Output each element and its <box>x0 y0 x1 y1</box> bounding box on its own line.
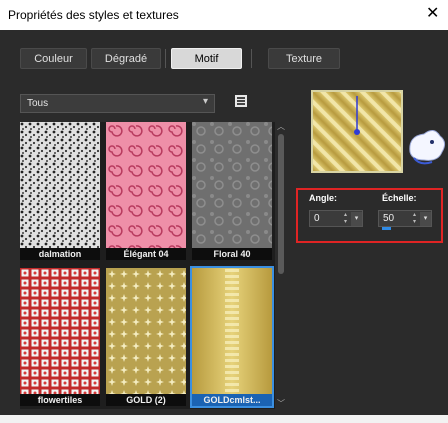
angle-spinner[interactable]: ▴ ▾ <box>341 212 350 226</box>
close-icon[interactable]: ✕ <box>426 6 439 22</box>
chevron-down-icon: ▾ <box>202 96 208 107</box>
category-dropdown[interactable]: Tous ▾ <box>20 94 215 113</box>
pattern-tile-dalmation[interactable]: dalmation <box>20 122 100 260</box>
angle-label: Angle: <box>309 193 337 203</box>
title-bar: Propriétés des styles et textures ✕ <box>0 0 448 30</box>
scale-indicator <box>382 227 391 230</box>
chevron-down-icon: ▾ <box>354 215 359 222</box>
tab-degrade[interactable]: Dégradé <box>91 48 161 69</box>
spin-down-icon[interactable]: ▾ <box>410 219 419 226</box>
pattern-label: dalmation <box>20 248 100 260</box>
pattern-thumbnail <box>20 268 100 394</box>
scroll-thumb[interactable] <box>278 134 284 274</box>
preview-swatch <box>313 92 401 171</box>
spin-down-icon[interactable]: ▾ <box>341 219 350 226</box>
pattern-thumbnail <box>192 268 272 394</box>
chevron-up-icon[interactable]: ︿ <box>276 122 286 132</box>
pattern-scrollbar[interactable]: ︿ ﹀ <box>276 122 286 409</box>
category-value: Tous <box>27 98 49 109</box>
pattern-tile-goldcmlst[interactable]: GOLDcmlst... <box>190 266 274 408</box>
tab-divider <box>165 49 166 68</box>
tab-motif[interactable]: Motif <box>171 48 242 69</box>
tab-couleur[interactable]: Couleur <box>20 48 87 69</box>
pattern-label: GOLD (2) <box>106 394 186 406</box>
book-icon[interactable] <box>234 94 248 108</box>
pattern-tile-flowertiles[interactable]: flowertiles <box>20 268 100 406</box>
tab-texture[interactable]: Texture <box>268 48 340 69</box>
spin-up-icon[interactable]: ▴ <box>410 212 419 219</box>
pattern-tile-elegant[interactable]: Élégant 04 <box>106 122 186 260</box>
pattern-tile-gold2[interactable]: GOLD (2) <box>106 268 186 406</box>
angle-dropdown[interactable]: ▾ <box>351 212 362 226</box>
spin-up-icon[interactable]: ▴ <box>341 212 350 219</box>
pattern-label: GOLDcmlst... <box>192 394 272 406</box>
pattern-label: flowertiles <box>20 394 100 406</box>
scale-field[interactable]: 50 ▴ ▾ ▾ <box>378 210 432 227</box>
chevron-down-icon[interactable]: ﹀ <box>276 399 286 409</box>
tab-divider <box>251 49 252 68</box>
pattern-thumbnail <box>20 122 100 248</box>
mascot-icon <box>409 130 446 165</box>
scale-dropdown[interactable]: ▾ <box>420 212 431 226</box>
angle-field[interactable]: 0 ▴ ▾ ▾ <box>309 210 363 227</box>
pattern-label: Élégant 04 <box>106 248 186 260</box>
tab-label: Dégradé <box>104 53 148 65</box>
pattern-tile-floral[interactable]: Floral 40 <box>192 122 272 260</box>
pattern-preview[interactable] <box>311 90 403 173</box>
tab-label: Couleur <box>34 53 73 65</box>
scale-spinner[interactable]: ▴ ▾ <box>410 212 419 226</box>
pattern-thumbnail <box>106 268 186 394</box>
pattern-thumbnail <box>192 122 272 248</box>
tab-label: Motif <box>194 53 219 65</box>
scale-label: Échelle: <box>382 193 417 203</box>
pattern-thumbnail <box>106 122 186 248</box>
pattern-label: Floral 40 <box>192 248 272 260</box>
footer-bar <box>0 415 448 423</box>
angle-value: 0 <box>314 213 320 224</box>
scale-value: 50 <box>383 213 395 224</box>
chevron-down-icon: ▾ <box>423 215 428 222</box>
window-title: Propriétés des styles et textures <box>8 8 179 22</box>
pattern-grid: dalmation Élégant 04 Floral 40 flowertil… <box>20 122 275 409</box>
tab-label: Texture <box>285 53 323 65</box>
